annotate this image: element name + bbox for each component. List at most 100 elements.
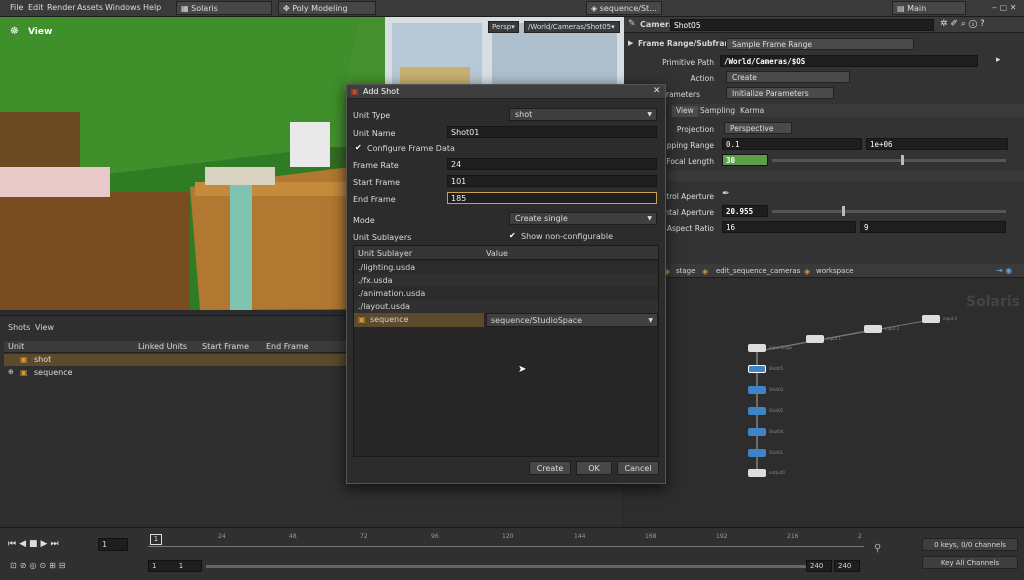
primitive-path-field[interactable]: /World/Cameras/$OS [720, 55, 978, 67]
playback-controls-icon[interactable]: ⏮◀■▶⏭ [8, 539, 62, 549]
column-unit-sublayer[interactable]: Unit Sublayer [358, 249, 412, 258]
configure-checkbox-icon[interactable]: ✔ [355, 143, 362, 152]
node-label: input 1 [827, 336, 842, 341]
window-controls-icon[interactable]: ‒ ▢ ✕ [992, 3, 1016, 12]
desktop-dropdown[interactable]: ▦ Solaris [176, 1, 272, 15]
tab-karma[interactable]: Karma [740, 106, 764, 115]
range-start-field[interactable]: 1 1 [148, 560, 202, 572]
playhead[interactable]: 1 [150, 534, 162, 545]
tab-sampling[interactable]: Sampling [700, 106, 735, 115]
horizontal-aperture-field[interactable]: 20.955 [722, 205, 768, 217]
table-row[interactable]: ./layout.usda [354, 300, 658, 313]
tick-label: 144 [574, 533, 586, 540]
global-end-field[interactable]: 240 [834, 560, 860, 572]
column-linked-units[interactable]: Linked Units [138, 342, 187, 351]
start-frame-field[interactable]: 101 [447, 175, 657, 187]
table-row[interactable]: ./lighting.usda [354, 261, 658, 274]
camera-node-shot01[interactable] [748, 449, 766, 457]
column-end-frame[interactable]: End Frame [266, 342, 309, 351]
close-icon[interactable]: ✕ [653, 86, 661, 96]
shelf-dropdown[interactable]: ✥ Poly Modeling [278, 1, 376, 15]
timeline-tools-icon[interactable]: ⊡⊘◎⊙⊞⊟ [10, 561, 69, 570]
table-row[interactable]: ./animation.usda [354, 287, 658, 300]
range-slider[interactable] [206, 565, 806, 568]
camera-node-shot04[interactable] [748, 428, 766, 436]
range-end-field[interactable]: 240 [806, 560, 832, 572]
focal-length-field[interactable]: 30 [722, 154, 768, 166]
parameter-header: ✎ Camera Shot05 ✲ ✐ ⌕ ⓘ ? [624, 17, 1024, 33]
context-dropdown[interactable]: ◈ sequence/St... [586, 1, 662, 15]
init-parameters-select[interactable]: Initialize Parameters [726, 87, 834, 99]
sequence-value-select[interactable]: sequence/StudioSpace ▼ [486, 313, 658, 327]
collapse-icon[interactable]: ▶ [628, 39, 633, 47]
menu-file[interactable]: File [10, 3, 23, 12]
pen-icon[interactable]: ✒ [722, 189, 730, 199]
projection-select[interactable]: Perspective [724, 122, 792, 134]
tab-view[interactable]: View [672, 106, 698, 117]
ok-button[interactable]: OK [576, 461, 612, 475]
end-frame-field[interactable]: 185 [447, 192, 657, 204]
camera-path-menu[interactable]: /World/Cameras/Shot05▾ [524, 21, 620, 33]
start-frame-label: Start Frame [353, 178, 401, 187]
mode-label: Mode [353, 216, 375, 225]
unit-type-label: Unit Type [353, 111, 391, 120]
output-node[interactable] [748, 469, 766, 477]
mode-select[interactable]: Create single ▼ [509, 212, 657, 225]
menu-edit[interactable]: Edit [28, 3, 44, 12]
node-label: input Stage [769, 345, 793, 350]
input-node[interactable] [806, 335, 824, 343]
current-frame-field[interactable]: 1 [98, 538, 128, 551]
tick-label: 168 [645, 533, 657, 540]
unit-type-select[interactable]: shot ▼ [509, 108, 657, 121]
table-row[interactable]: ▣ sequence [354, 313, 484, 327]
pane-dropdown[interactable]: ▤ Main [892, 1, 966, 15]
column-start-frame[interactable]: Start Frame [202, 342, 249, 351]
clip-near-field[interactable]: 0.1 [722, 138, 862, 150]
node-name-field[interactable]: Shot05 [670, 19, 934, 31]
tick-label: 2 [858, 533, 862, 540]
input-node[interactable] [922, 315, 940, 323]
input-node[interactable] [864, 325, 882, 333]
column-unit[interactable]: Unit [8, 342, 24, 351]
table-row[interactable]: ./fx.usda [354, 274, 658, 287]
cancel-button[interactable]: Cancel [617, 461, 659, 475]
menu-render[interactable]: Render [47, 3, 75, 12]
aperture-slider-handle[interactable] [842, 206, 846, 216]
node-label: Shot02 [769, 408, 784, 413]
dialog-titlebar[interactable]: ▣ Add Shot ✕ [347, 85, 665, 99]
aspect-width-field[interactable]: 16 [722, 221, 856, 233]
node-label: Shot03 [769, 387, 784, 392]
menu-windows[interactable]: Windows [105, 3, 141, 12]
tab-shots[interactable]: Shots [8, 323, 30, 332]
focal-slider[interactable] [772, 155, 1006, 165]
param-tools-icon[interactable]: ✲ ✐ ⌕ ⓘ ? [940, 19, 985, 29]
tab-view[interactable]: View [35, 323, 54, 332]
frame-rate-field[interactable]: 24 [447, 158, 657, 170]
show-nonconfig-checkbox-icon[interactable]: ✔ [509, 231, 516, 240]
node-label: Shot01 [769, 450, 784, 455]
camera-node-shot05[interactable] [748, 365, 766, 373]
expand-icon[interactable]: ⊕ [8, 368, 14, 376]
network-editor[interactable]: ◈ stage ◈ edit_sequence_cameras ◈ worksp… [624, 264, 1024, 526]
clip-far-field[interactable]: 1e+06 [866, 138, 1008, 150]
key-icon[interactable]: ⚲ [874, 543, 881, 554]
focal-slider-handle[interactable] [900, 155, 904, 165]
keys-display: 0 keys, 0/0 channels [922, 538, 1018, 551]
node-label: input 2 [885, 326, 900, 331]
key-all-channels-button[interactable]: Key All Channels [922, 556, 1018, 569]
timeline-track[interactable] [148, 546, 864, 547]
unit-name-field[interactable]: Shot01 [447, 126, 657, 138]
menu-assets[interactable]: Assets [77, 3, 103, 12]
create-button[interactable]: Create [529, 461, 571, 475]
camera-node-shot02[interactable] [748, 407, 766, 415]
camera-menu[interactable]: Persp▾ [488, 21, 519, 33]
sample-mode-select[interactable]: Sample Frame Range [726, 38, 914, 50]
camera-node-shot03[interactable] [748, 386, 766, 394]
input-stage-node[interactable] [748, 344, 766, 352]
action-select[interactable]: Create [726, 71, 850, 83]
column-value[interactable]: Value [486, 249, 508, 258]
aperture-slider[interactable] [772, 206, 1006, 216]
aspect-height-field[interactable]: 9 [860, 221, 1006, 233]
menu-help[interactable]: Help [143, 3, 161, 12]
node-label: Shot05 [769, 366, 784, 371]
